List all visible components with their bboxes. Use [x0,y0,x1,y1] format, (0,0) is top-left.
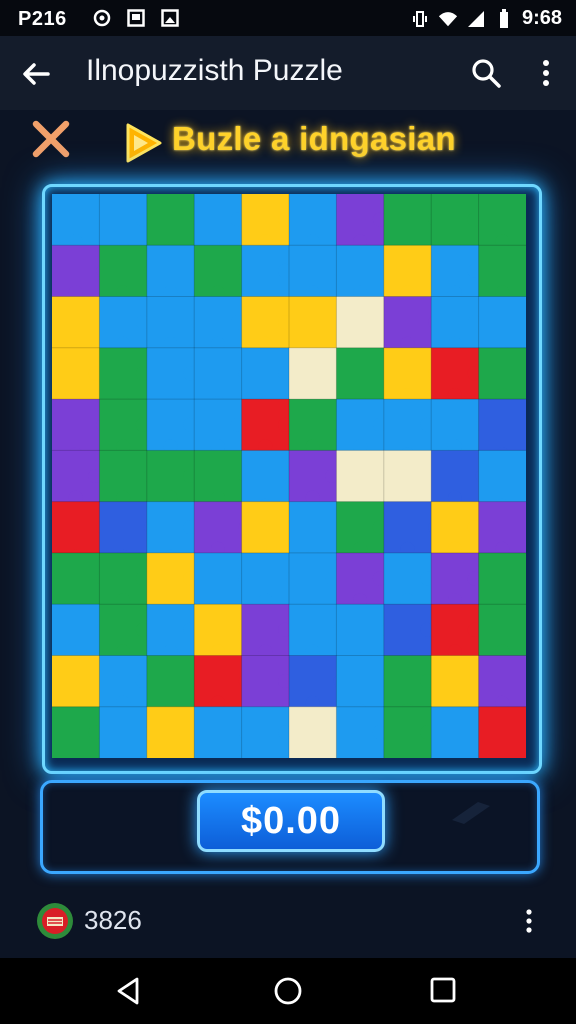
status-notification-icons [92,8,180,28]
puzzle-piece[interactable] [99,552,150,608]
battery-icon [494,8,514,29]
puzzle-piece[interactable] [478,194,526,249]
puzzle-piece[interactable] [241,296,292,351]
puzzle-piece[interactable] [289,347,340,403]
puzzle-piece[interactable] [478,655,526,710]
puzzle-piece[interactable] [146,399,198,454]
status-clock: 9:68 [521,7,562,29]
level-title: Buzle a idngasian [172,120,456,157]
puzzle-piece[interactable] [336,194,387,249]
puzzle-piece[interactable] [336,706,387,758]
signal-icon [466,9,486,29]
back-arrow-icon[interactable] [18,56,54,92]
photo-icon [160,8,180,28]
puzzle-piece[interactable] [52,450,103,505]
puzzle-piece[interactable] [431,245,482,300]
puzzle-piece[interactable] [146,450,198,505]
puzzle-board[interactable] [52,194,526,758]
avatar-icon[interactable] [36,902,74,940]
wifi-icon [438,9,458,29]
puzzle-piece[interactable] [336,501,387,556]
puzzle-piece[interactable] [99,655,150,710]
nav-recents-icon[interactable] [430,977,456,1003]
puzzle-piece[interactable] [52,706,103,758]
puzzle-piece[interactable] [336,552,387,608]
puzzle-piece[interactable] [431,296,482,351]
puzzle-piece[interactable] [194,399,245,454]
status-bar: P216 9:68 [0,0,576,36]
price-button[interactable]: $0.00 [197,790,385,852]
puzzle-piece[interactable] [99,399,150,454]
puzzle-piece[interactable] [99,604,150,659]
puzzle-piece[interactable] [478,245,526,300]
puzzle-piece[interactable] [383,552,435,608]
puzzle-piece[interactable] [431,604,482,659]
puzzle-piece[interactable] [99,296,150,351]
puzzle-piece[interactable] [241,604,292,659]
status-time: P216 [18,8,67,30]
puzzle-piece[interactable] [478,347,526,403]
app-title: Ilnopuzzisth Puzzle [86,54,343,87]
puzzle-piece[interactable] [194,296,245,351]
panel-decoration-icon [448,796,494,826]
puzzle-piece[interactable] [431,501,482,556]
system-nav-bar [0,958,576,1024]
more-vert-icon[interactable] [518,906,540,936]
search-icon[interactable] [468,55,504,91]
puzzle-piece[interactable] [146,604,198,659]
nav-back-icon[interactable] [114,976,144,1006]
puzzle-piece[interactable] [241,706,292,758]
sync-icon [92,8,112,28]
puzzle-piece[interactable] [431,347,482,403]
puzzle-piece[interactable] [478,501,526,556]
app-bar: Ilnopuzzisth Puzzle [0,36,576,110]
puzzle-piece[interactable] [241,399,292,454]
puzzle-piece[interactable] [241,194,292,249]
puzzle-piece[interactable] [289,706,340,758]
puzzle-piece[interactable] [383,706,435,758]
puzzle-piece[interactable] [336,399,387,454]
puzzle-piece[interactable] [478,706,526,758]
play-badge-icon [120,121,164,165]
player-count: 3826 [84,905,142,935]
puzzle-piece[interactable] [431,552,482,608]
image-icon [126,8,146,28]
puzzle-piece[interactable] [289,450,340,505]
puzzle-piece[interactable] [478,604,526,659]
more-vert-icon[interactable] [530,55,562,91]
close-x-icon[interactable] [28,116,74,162]
vibrate-icon [410,9,430,29]
nav-home-icon[interactable] [273,976,303,1006]
status-system-icons: 9:68 [410,7,562,30]
